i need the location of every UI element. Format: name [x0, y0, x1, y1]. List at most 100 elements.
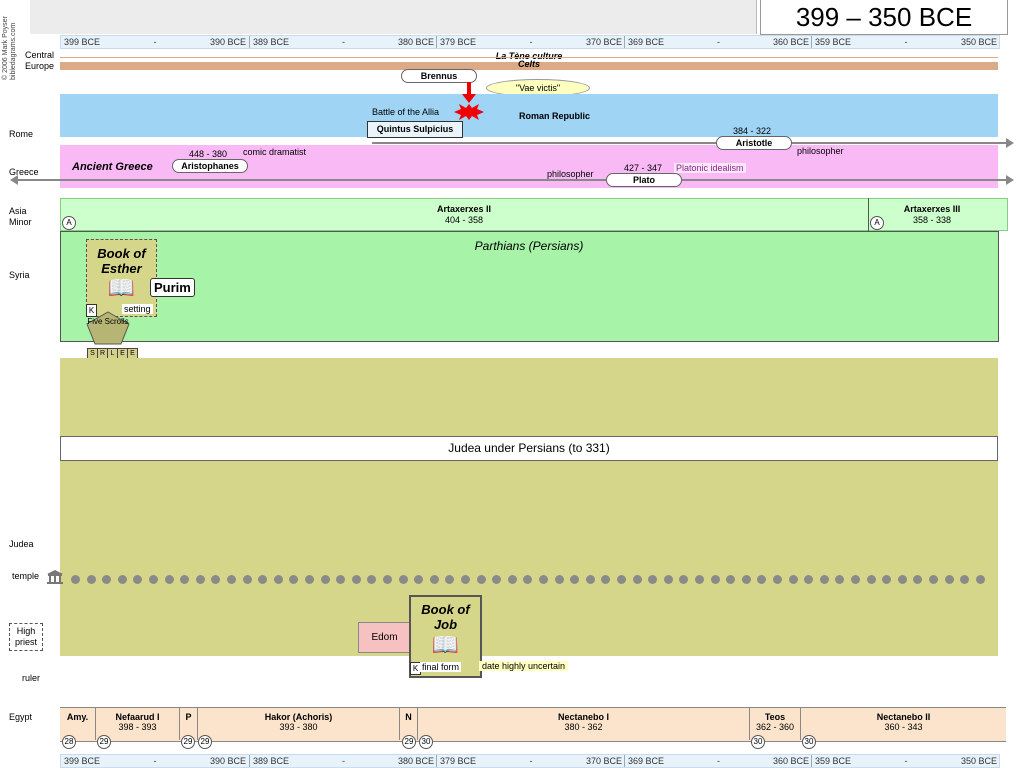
temple-dot	[180, 575, 189, 584]
five-scrolls-badge[interactable]: Five Scrolls	[86, 311, 130, 345]
temple-dot	[867, 575, 876, 584]
pharaoh-nectanebo-i: Nectanebo I 380 - 362	[418, 707, 750, 740]
battle-of-allia-label: Battle of the Allia	[372, 107, 440, 117]
copyright-vertical: © 2006 Mark Poyser bibledagrams.com	[2, 0, 18, 80]
temple-dot	[913, 575, 922, 584]
temple-dot	[664, 575, 673, 584]
row-label-central-europe: Central Europe	[25, 50, 55, 71]
aristophanes-role: comic dramatist	[243, 147, 307, 157]
temple-dot	[586, 575, 595, 584]
temple-dot	[430, 575, 439, 584]
temple-dot	[352, 575, 361, 584]
temple-dot	[945, 575, 954, 584]
aristotle-dates: 384 - 322	[733, 126, 772, 136]
temple-dot	[367, 575, 376, 584]
purim-label[interactable]: Purim	[150, 278, 195, 297]
scale-segment: 379 BCE -370 BCE	[436, 755, 625, 767]
arrow-left-icon	[10, 175, 18, 185]
row-label-ruler: ruler	[22, 673, 41, 683]
temple-dot	[773, 575, 782, 584]
temple-dot	[258, 575, 267, 584]
temple-dot	[570, 575, 579, 584]
aristotle-label: Aristotle	[716, 136, 792, 150]
artaxerxes-iii-dates: 358 - 338	[912, 215, 952, 225]
five-scrolls-label: Five Scrolls	[87, 317, 129, 326]
quintus-sulpicius-label: Quintus Sulpicius	[367, 121, 463, 138]
achaemenid-badge: A	[62, 216, 76, 230]
europe-underline	[60, 57, 998, 58]
temple-dot	[414, 575, 423, 584]
temple-dot	[555, 575, 564, 584]
scale-segment: 359 BCE -350 BCE	[811, 755, 1000, 767]
temple-dot	[539, 575, 548, 584]
temple-dot	[898, 575, 907, 584]
temple-dot	[102, 575, 111, 584]
temple-dot	[789, 575, 798, 584]
aristophanes-label: Aristophanes	[172, 159, 248, 173]
scale-segment: 359 BCE -350 BCE	[811, 36, 1000, 48]
temple-dot	[71, 575, 80, 584]
temple-dot	[601, 575, 610, 584]
page-title: 399 – 350 BCE	[760, 0, 1008, 35]
temple-dot	[383, 575, 392, 584]
job-final-form: final form	[420, 662, 462, 672]
dynasty-badge: 28	[62, 735, 76, 749]
temple-dot	[508, 575, 517, 584]
dynasty-badge: 29	[181, 735, 195, 749]
plato-lifeline	[16, 179, 1008, 181]
row-label-judea: Judea	[9, 539, 34, 549]
scale-segment: 369 BCE -360 BCE	[624, 36, 812, 48]
temple-dot	[726, 575, 735, 584]
scale-segment: 399 BCE -390 BCE	[64, 756, 246, 766]
ancient-greece-label: Ancient Greece	[72, 161, 153, 173]
temple-dot	[929, 575, 938, 584]
row-label-egypt: Egypt	[9, 712, 33, 722]
temple-dot	[679, 575, 688, 584]
open-book-icon: 📖	[431, 632, 460, 657]
esther-title: Book of Esther	[97, 246, 146, 276]
judea-under-persians-banner: Judea under Persians (to 331)	[60, 436, 998, 461]
temple-dot	[820, 575, 829, 584]
plato-role: philosopher	[547, 169, 594, 179]
temple-dot	[461, 575, 470, 584]
temple-dot	[492, 575, 501, 584]
temple-dot	[960, 575, 969, 584]
roman-republic-label: Roman Republic	[519, 111, 591, 121]
temple-dot	[227, 575, 236, 584]
temple-dot	[445, 575, 454, 584]
artaxerxes-ii-dates: 404 - 358	[444, 215, 484, 225]
scale-segment: 389 BCE -380 BCE	[249, 755, 437, 767]
site-name: bibledagrams.com	[10, 22, 17, 80]
battle-burst-icon	[454, 104, 484, 120]
header-bar	[30, 0, 757, 34]
dynasty-badge: 29	[198, 735, 212, 749]
dynasty-badge: 29	[402, 735, 416, 749]
edom-label: Edom	[358, 622, 411, 653]
scale-segment: 369 BCE -360 BCE	[624, 755, 812, 767]
scale-segment: 399 BCE -390 BCE	[64, 37, 246, 47]
temple-dot	[851, 575, 860, 584]
temple-dot	[321, 575, 330, 584]
row-label-syria: Syria	[9, 270, 30, 280]
dynasty-badge: 30	[751, 735, 765, 749]
brennus-label: Brennus	[401, 69, 477, 83]
temple-dot	[336, 575, 345, 584]
temple-dot	[617, 575, 626, 584]
temple-dot	[289, 575, 298, 584]
temple-dot	[742, 575, 751, 584]
temple-dot	[165, 575, 174, 584]
temple-dot	[118, 575, 127, 584]
arrow-head-icon	[462, 94, 476, 103]
dynasty-badge: 29	[97, 735, 111, 749]
arrow-right-icon	[1006, 175, 1014, 185]
temple-dot	[711, 575, 720, 584]
plato-dates: 427 - 347	[624, 163, 663, 173]
plato-idea: Platonic idealism	[674, 163, 746, 173]
celts-label: Celts	[517, 59, 540, 69]
aristophanes-dates: 448 - 380	[189, 149, 228, 159]
dynasty-badge: 30	[802, 735, 816, 749]
row-label-temple: temple	[12, 571, 40, 581]
row-label-high-priest: High priest	[9, 623, 43, 651]
temple-dot	[399, 575, 408, 584]
temple-dot	[196, 575, 205, 584]
